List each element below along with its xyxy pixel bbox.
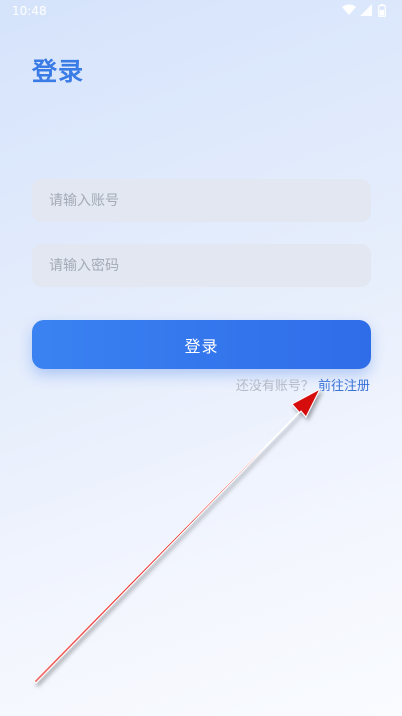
register-row: 还没有账号？ 前往注册: [236, 375, 370, 394]
password-field[interactable]: [32, 244, 371, 287]
register-prompt: 还没有账号？: [235, 379, 314, 394]
battery-icon: [378, 4, 386, 17]
annotation-arrow-shape: [33, 387, 322, 684]
cellular-signal-icon: [360, 4, 372, 16]
login-button[interactable]: 登录: [32, 320, 371, 369]
wifi-icon: [342, 4, 356, 15]
register-link[interactable]: 前往注册: [318, 379, 370, 394]
username-field[interactable]: [32, 179, 371, 222]
username-input[interactable]: [32, 179, 371, 222]
login-screen: 10:48 登录 登录 还没有账号？ 前往注册: [0, 0, 402, 716]
status-bar: 10:48: [0, 0, 402, 24]
status-time: 10:48: [12, 4, 47, 18]
page-title: 登录: [32, 57, 85, 86]
status-icons: [342, 4, 392, 18]
password-input[interactable]: [32, 244, 371, 287]
